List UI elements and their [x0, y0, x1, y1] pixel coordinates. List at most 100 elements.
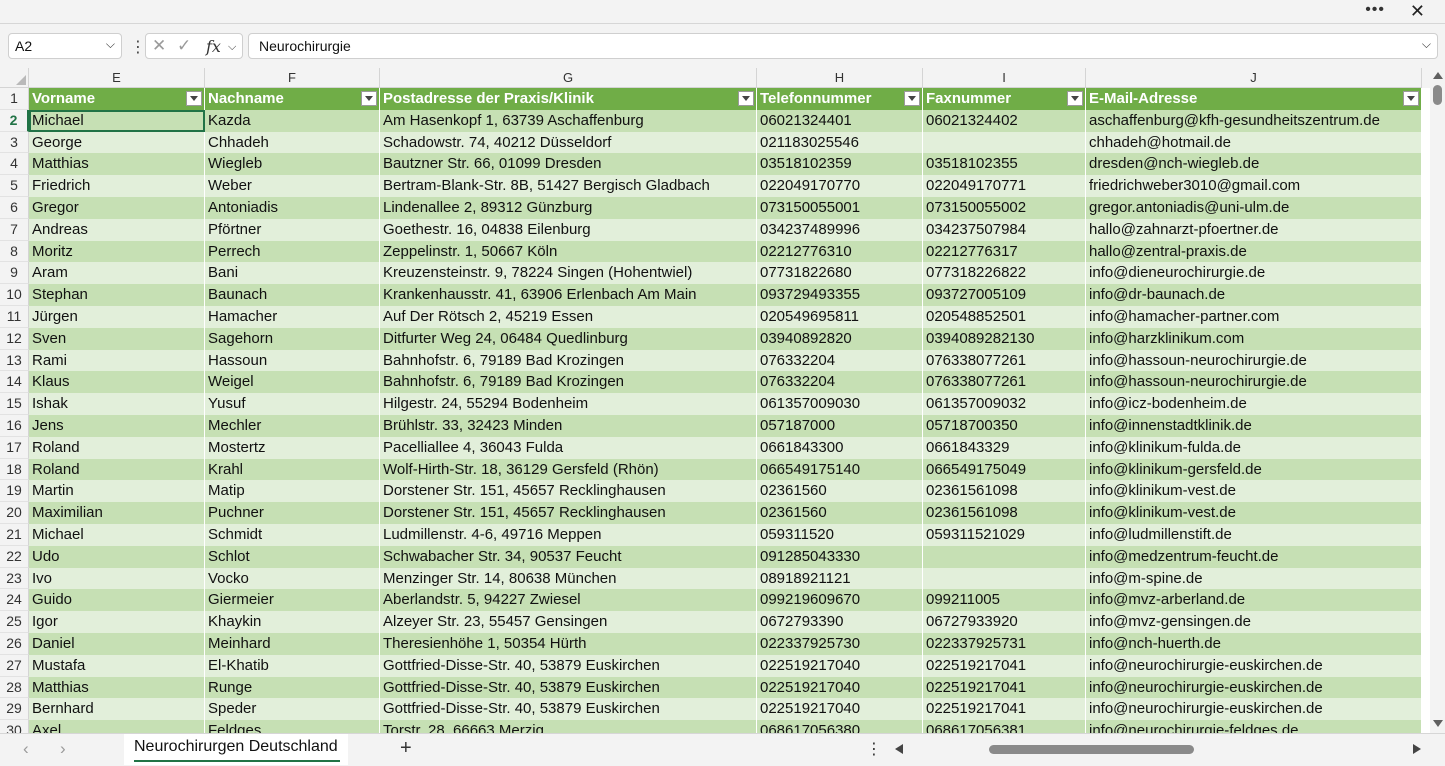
table-cell[interactable]: 022337925731	[923, 633, 1086, 655]
table-cell[interactable]: Kazda	[205, 109, 380, 132]
table-cell[interactable]: Am Hasenkopf 1, 63739 Aschaffenburg	[380, 109, 757, 132]
name-box[interactable]: A2 ⌵	[8, 33, 122, 59]
table-cell[interactable]: 022519217040	[757, 698, 923, 721]
row-number[interactable]: 29	[0, 698, 29, 721]
scroll-thumb[interactable]	[1433, 85, 1442, 105]
row-number[interactable]: 12	[0, 327, 29, 350]
table-cell[interactable]: Michael	[29, 524, 205, 546]
table-cell[interactable]: 021183025546	[757, 131, 923, 154]
table-cell[interactable]: 068617056380	[757, 720, 923, 733]
scroll-down-icon[interactable]	[1433, 720, 1443, 727]
table-cell[interactable]: 02361561098	[923, 502, 1086, 524]
row-number[interactable]: 22	[0, 545, 29, 568]
table-cell[interactable]: Daniel	[29, 633, 205, 655]
table-cell[interactable]: Gottfried-Disse-Str. 40, 53879 Euskirche…	[380, 676, 757, 699]
table-cell[interactable]: 06021324401	[757, 109, 923, 132]
row-number[interactable]: 15	[0, 393, 29, 415]
select-all-corner[interactable]	[0, 68, 29, 88]
table-cell[interactable]: Matthias	[29, 153, 205, 176]
table-cell[interactable]: 05718700350	[923, 415, 1086, 437]
table-cell[interactable]: Maximilian	[29, 502, 205, 524]
table-cell[interactable]: info@harzklinikum.com	[1086, 327, 1422, 350]
table-cell[interactable]: 059311521029	[923, 524, 1086, 546]
vertical-dots-icon[interactable]: ⋮	[866, 739, 882, 759]
filter-dropdown-icon[interactable]	[738, 91, 754, 106]
chevron-down-icon[interactable]: ⌵	[106, 37, 115, 52]
table-cell[interactable]: Weigel	[205, 371, 380, 394]
table-cell[interactable]: Perrech	[205, 240, 380, 263]
table-cell[interactable]: Guido	[29, 589, 205, 612]
table-cell[interactable]: Mostertz	[205, 436, 380, 459]
table-cell[interactable]: info@ludmillenstift.de	[1086, 524, 1422, 546]
row-number[interactable]: 27	[0, 654, 29, 677]
table-cell[interactable]: Ivo	[29, 567, 205, 590]
row-number[interactable]: 3	[0, 131, 29, 154]
row-number[interactable]: 10	[0, 284, 29, 306]
table-cell[interactable]: info@klinikum-fulda.de	[1086, 436, 1422, 459]
table-cell[interactable]	[923, 567, 1086, 590]
table-cell[interactable]: El-Khatib	[205, 654, 380, 677]
table-cell[interactable]: aschaffenburg@kfh-gesundheitszentrum.de	[1086, 109, 1422, 132]
scroll-thumb[interactable]	[989, 745, 1194, 754]
table-cell[interactable]: Jens	[29, 415, 205, 437]
table-cell[interactable]: info@innenstadtklinik.de	[1086, 415, 1422, 437]
table-cell[interactable]	[923, 545, 1086, 568]
table-cell[interactable]: Pacelliallee 4, 36043 Fulda	[380, 436, 757, 459]
table-cell[interactable]: 066549175049	[923, 458, 1086, 481]
row-number[interactable]: 24	[0, 589, 29, 612]
table-cell[interactable]: 0661843329	[923, 436, 1086, 459]
table-cell[interactable]: Auf Der Rötsch 2, 45219 Essen	[380, 306, 757, 328]
table-cell[interactable]: Chhadeh	[205, 131, 380, 154]
table-cell[interactable]: 066549175140	[757, 458, 923, 481]
table-cell[interactable]: 022049170771	[923, 175, 1086, 197]
table-cell[interactable]: 034237507984	[923, 218, 1086, 241]
sheet-tab-active[interactable]: Neurochirurgen Deutschland	[124, 734, 348, 765]
table-cell[interactable]: Klaus	[29, 371, 205, 394]
filter-dropdown-icon[interactable]	[904, 91, 920, 106]
table-cell[interactable]: 077318226822	[923, 262, 1086, 285]
table-cell[interactable]: info@medzentrum-feucht.de	[1086, 545, 1422, 568]
table-cell[interactable]: 022519217041	[923, 698, 1086, 721]
chevron-down-icon[interactable]: ⌵	[228, 41, 236, 54]
table-cell[interactable]: 02361560	[757, 480, 923, 503]
table-cell[interactable]: Bautzner Str. 66, 01099 Dresden	[380, 153, 757, 176]
table-cell[interactable]: gregor.antoniadis@uni-ulm.de	[1086, 197, 1422, 219]
table-cell[interactable]: 068617056381	[923, 720, 1086, 733]
table-cell[interactable]: 093727005109	[923, 284, 1086, 306]
table-cell[interactable]: info@hassoun-neurochirurgie.de	[1086, 349, 1422, 372]
table-cell[interactable]: 061357009032	[923, 393, 1086, 415]
confirm-icon[interactable]: ✓	[177, 36, 191, 56]
table-cell[interactable]: 03518102359	[757, 153, 923, 176]
table-cell[interactable]: 093729493355	[757, 284, 923, 306]
table-cell[interactable]: Michael	[29, 109, 205, 132]
table-cell[interactable]: 0661843300	[757, 436, 923, 459]
table-cell[interactable]: Bani	[205, 262, 380, 285]
table-cell[interactable]: Igor	[29, 611, 205, 633]
table-cell[interactable]: Stephan	[29, 284, 205, 306]
table-cell[interactable]: info@hassoun-neurochirurgie.de	[1086, 371, 1422, 394]
prev-sheet-icon[interactable]: ‹	[23, 739, 29, 759]
row-number[interactable]: 18	[0, 458, 29, 481]
row-number[interactable]: 8	[0, 240, 29, 263]
table-cell[interactable]: Brühlstr. 33, 32423 Minden	[380, 415, 757, 437]
table-cell[interactable]: Vocko	[205, 567, 380, 590]
header-cell[interactable]: Nachname	[205, 88, 380, 110]
table-cell[interactable]: Puchner	[205, 502, 380, 524]
table-cell[interactable]: Weber	[205, 175, 380, 197]
table-cell[interactable]: 03518102355	[923, 153, 1086, 176]
table-cell[interactable]: Aram	[29, 262, 205, 285]
column-letter-i[interactable]: I	[923, 68, 1086, 88]
table-cell[interactable]: info@dieneurochirurgie.de	[1086, 262, 1422, 285]
filter-dropdown-icon[interactable]	[1403, 91, 1419, 106]
table-cell[interactable]: 022337925730	[757, 633, 923, 655]
table-cell[interactable]: 03940892820	[757, 327, 923, 350]
table-cell[interactable]: Aberlandstr. 5, 94227 Zwiesel	[380, 589, 757, 612]
table-cell[interactable]: 0672793390	[757, 611, 923, 633]
table-cell[interactable]: Baunach	[205, 284, 380, 306]
table-cell[interactable]: 061357009030	[757, 393, 923, 415]
row-number[interactable]: 21	[0, 524, 29, 546]
table-cell[interactable]: Dorstener Str. 151, 45657 Recklinghausen	[380, 502, 757, 524]
vertical-dots-icon[interactable]: ⋮	[130, 37, 146, 57]
table-cell[interactable]: hallo@zentral-praxis.de	[1086, 240, 1422, 263]
scroll-up-icon[interactable]	[1433, 72, 1443, 79]
